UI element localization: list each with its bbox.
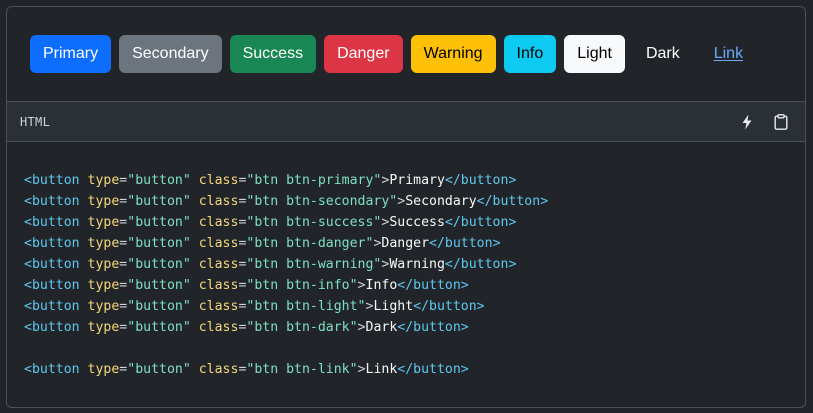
type-value-token: "button" bbox=[127, 320, 191, 335]
code-line: <button type="button" class="btn btn-dan… bbox=[24, 236, 501, 251]
lightning-icon[interactable] bbox=[737, 112, 757, 132]
type-value-token: "button" bbox=[127, 215, 191, 230]
class-value-token: "btn btn-primary" bbox=[246, 173, 382, 188]
secondary-button[interactable]: Secondary bbox=[119, 35, 222, 73]
tag-close-token: </button bbox=[444, 257, 509, 272]
class-value-token: "btn btn-warning" bbox=[246, 257, 382, 272]
code-line: <button type="button" class="btn btn-lig… bbox=[24, 299, 485, 314]
tag-close-token: </button bbox=[444, 173, 509, 188]
button-text-token: Primary bbox=[389, 173, 445, 188]
attr-type-token: type bbox=[87, 236, 120, 251]
tag-close-token: </button bbox=[397, 362, 461, 377]
success-button[interactable]: Success bbox=[229, 35, 317, 73]
class-value-token: "btn btn-info" bbox=[246, 278, 358, 293]
type-value-token: "button" bbox=[127, 257, 191, 272]
class-value-token: "btn btn-link" bbox=[246, 362, 358, 377]
type-value-token: "button" bbox=[127, 236, 191, 251]
attr-type-token: type bbox=[87, 320, 120, 335]
tag-close-token: </button bbox=[444, 215, 509, 230]
type-value-token: "button" bbox=[127, 278, 191, 293]
code-line: <button type="button" class="btn btn-pri… bbox=[24, 173, 517, 188]
code-language-label: HTML bbox=[20, 114, 51, 129]
light-button[interactable]: Light bbox=[564, 35, 625, 73]
attr-type-token: type bbox=[87, 194, 120, 209]
tag-close-token: </button bbox=[429, 236, 493, 251]
attr-class-token: class bbox=[198, 362, 239, 377]
code-line: <button type="button" class="btn btn-inf… bbox=[24, 278, 469, 293]
attr-type-token: type bbox=[87, 257, 120, 272]
type-value-token: "button" bbox=[127, 194, 191, 209]
button-text-token: Link bbox=[365, 362, 398, 377]
class-value-token: "btn btn-danger" bbox=[246, 236, 374, 251]
tag-close-token: </button bbox=[397, 320, 461, 335]
tag-open-token: <button bbox=[24, 278, 80, 293]
type-value-token: "button" bbox=[127, 362, 191, 377]
example-card: Primary Secondary Success Danger Warning… bbox=[6, 6, 806, 408]
primary-button[interactable]: Primary bbox=[30, 35, 112, 73]
button-text-token: Danger bbox=[381, 236, 430, 251]
attr-class-token: class bbox=[198, 194, 239, 209]
attr-class-token: class bbox=[198, 257, 239, 272]
attr-type-token: type bbox=[87, 299, 120, 314]
class-value-token: "btn btn-secondary" bbox=[246, 194, 398, 209]
code-line: <button type="button" class="btn btn-war… bbox=[24, 257, 517, 272]
tag-open-token: <button bbox=[24, 173, 80, 188]
class-value-token: "btn btn-success" bbox=[246, 215, 382, 230]
attr-type-token: type bbox=[87, 278, 120, 293]
code-block: <button type="button" class="btn btn-pri… bbox=[7, 142, 805, 380]
button-text-token: Secondary bbox=[405, 194, 477, 209]
tag-open-token: <button bbox=[24, 236, 80, 251]
code-actions bbox=[737, 112, 791, 132]
attr-class-token: class bbox=[198, 278, 239, 293]
attr-class-token: class bbox=[198, 320, 239, 335]
type-value-token: "button" bbox=[127, 173, 191, 188]
danger-button[interactable]: Danger bbox=[324, 35, 403, 73]
attr-type-token: type bbox=[87, 362, 120, 377]
class-value-token: "btn btn-dark" bbox=[246, 320, 358, 335]
code-line: <button type="button" class="btn btn-suc… bbox=[24, 215, 517, 230]
tag-open-token: <button bbox=[24, 362, 80, 377]
tag-open-token: <button bbox=[24, 320, 80, 335]
type-value-token: "button" bbox=[127, 299, 191, 314]
attr-type-token: type bbox=[87, 173, 120, 188]
button-text-token: Warning bbox=[389, 257, 445, 272]
tag-open-token: <button bbox=[24, 215, 80, 230]
tag-open-token: <button bbox=[24, 194, 80, 209]
button-text-token: Info bbox=[365, 278, 398, 293]
button-text-token: Success bbox=[389, 215, 445, 230]
attr-type-token: type bbox=[87, 215, 120, 230]
dark-button[interactable]: Dark bbox=[632, 35, 693, 73]
tag-close-token: </button bbox=[413, 299, 477, 314]
code-header: HTML bbox=[7, 102, 805, 142]
class-value-token: "btn btn-light" bbox=[246, 299, 366, 314]
tag-open-token: <button bbox=[24, 299, 80, 314]
code-line: <button type="button" class="btn btn-sec… bbox=[24, 194, 549, 209]
attr-class-token: class bbox=[198, 215, 239, 230]
tag-open-token: <button bbox=[24, 257, 80, 272]
attr-class-token: class bbox=[198, 299, 239, 314]
button-preview: Primary Secondary Success Danger Warning… bbox=[7, 7, 805, 102]
tag-close-token: </button bbox=[397, 278, 461, 293]
warning-button[interactable]: Warning bbox=[410, 35, 496, 73]
link-button[interactable]: Link bbox=[701, 35, 756, 73]
tag-close-token: </button bbox=[476, 194, 541, 209]
button-text-token: Light bbox=[373, 299, 414, 314]
code-line: <button type="button" class="btn btn-lin… bbox=[24, 362, 469, 377]
info-button[interactable]: Info bbox=[503, 35, 557, 73]
attr-class-token: class bbox=[198, 173, 239, 188]
button-text-token: Dark bbox=[365, 320, 398, 335]
attr-class-token: class bbox=[198, 236, 239, 251]
clipboard-icon[interactable] bbox=[771, 112, 791, 132]
code-line: <button type="button" class="btn btn-dar… bbox=[24, 320, 469, 335]
